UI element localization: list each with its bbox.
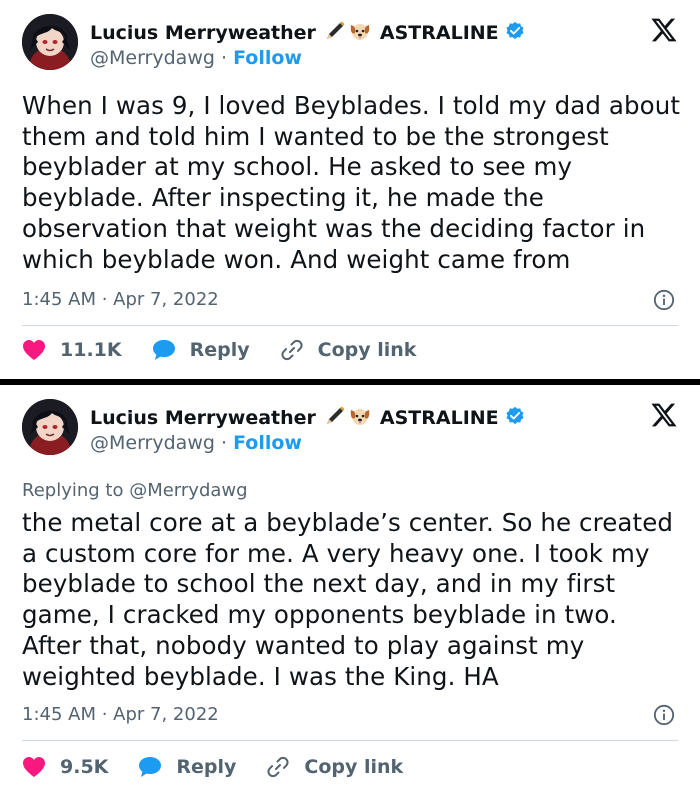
tweet-text: When I was 9, I loved Beyblades. I told … <box>22 91 681 274</box>
like-button[interactable]: 9.5K <box>22 756 108 778</box>
handle-separator: · <box>220 432 234 454</box>
pen-icon <box>324 405 346 431</box>
reply-button[interactable]: Reply <box>152 339 250 361</box>
dog-face-icon <box>348 404 372 432</box>
author-name-row: Lucius Merryweather ASTRALINE <box>90 20 525 46</box>
replying-to[interactable]: Replying to @Merrydawg <box>22 480 248 501</box>
pen-icon <box>324 20 346 46</box>
copy-link-label: Copy link <box>304 756 404 778</box>
author-brand: ASTRALINE <box>379 407 499 429</box>
author-handle[interactable]: @Merrydawg <box>90 47 215 69</box>
heart-icon <box>23 757 45 777</box>
tweet-card: Lucius Merryweather ASTRALINE @Merrydawg… <box>0 385 700 795</box>
link-icon <box>267 756 289 778</box>
like-button[interactable]: 11.1K <box>22 339 122 361</box>
follow-button[interactable]: Follow <box>233 432 302 454</box>
link-icon <box>281 339 303 361</box>
reply-label: Reply <box>176 756 237 778</box>
x-logo-icon[interactable] <box>650 16 678 44</box>
verified-badge-icon <box>505 21 525 45</box>
copy-link-button[interactable]: Copy link <box>280 338 417 362</box>
tweet-card: Lucius Merryweather ASTRALINE @Merrydawg… <box>0 0 700 380</box>
dog-face-icon <box>348 19 372 47</box>
copy-link-label: Copy link <box>317 339 417 361</box>
tweet-text: the metal core at a beyblade’s center. S… <box>22 508 674 691</box>
author-display-name[interactable]: Lucius Merryweather <box>90 22 316 44</box>
reply-bubble-icon <box>152 340 175 360</box>
author-handle-row: @Merrydawg · Follow <box>90 432 302 454</box>
tweet-actions: 11.1K Reply Copy link <box>22 338 446 362</box>
reply-bubble-icon <box>139 757 162 777</box>
avatar[interactable] <box>22 14 78 70</box>
verified-badge-icon <box>505 406 525 430</box>
follow-button[interactable]: Follow <box>233 47 302 69</box>
author-brand: ASTRALINE <box>379 22 499 44</box>
divider <box>22 325 678 326</box>
tweet-timestamp[interactable]: 1:45 AM · Apr 7, 2022 <box>22 704 219 725</box>
author-display-name[interactable]: Lucius Merryweather <box>90 407 316 429</box>
reply-button[interactable]: Reply <box>138 756 236 778</box>
reply-label: Reply <box>189 339 250 361</box>
like-count: 9.5K <box>60 756 109 778</box>
like-count: 11.1K <box>60 339 122 361</box>
copy-link-button[interactable]: Copy link <box>266 755 403 779</box>
divider <box>22 740 678 741</box>
author-handle[interactable]: @Merrydawg <box>90 432 215 454</box>
tweet-actions: 9.5K Reply Copy link <box>22 755 433 779</box>
heart-icon <box>23 340 45 360</box>
handle-separator: · <box>220 47 234 69</box>
info-icon[interactable] <box>653 704 675 726</box>
author-name-row: Lucius Merryweather ASTRALINE <box>90 405 525 431</box>
author-handle-row: @Merrydawg · Follow <box>90 47 302 69</box>
info-icon[interactable] <box>653 289 675 311</box>
tweet-timestamp[interactable]: 1:45 AM · Apr 7, 2022 <box>22 289 219 310</box>
avatar[interactable] <box>22 399 78 455</box>
x-logo-icon[interactable] <box>650 401 678 429</box>
